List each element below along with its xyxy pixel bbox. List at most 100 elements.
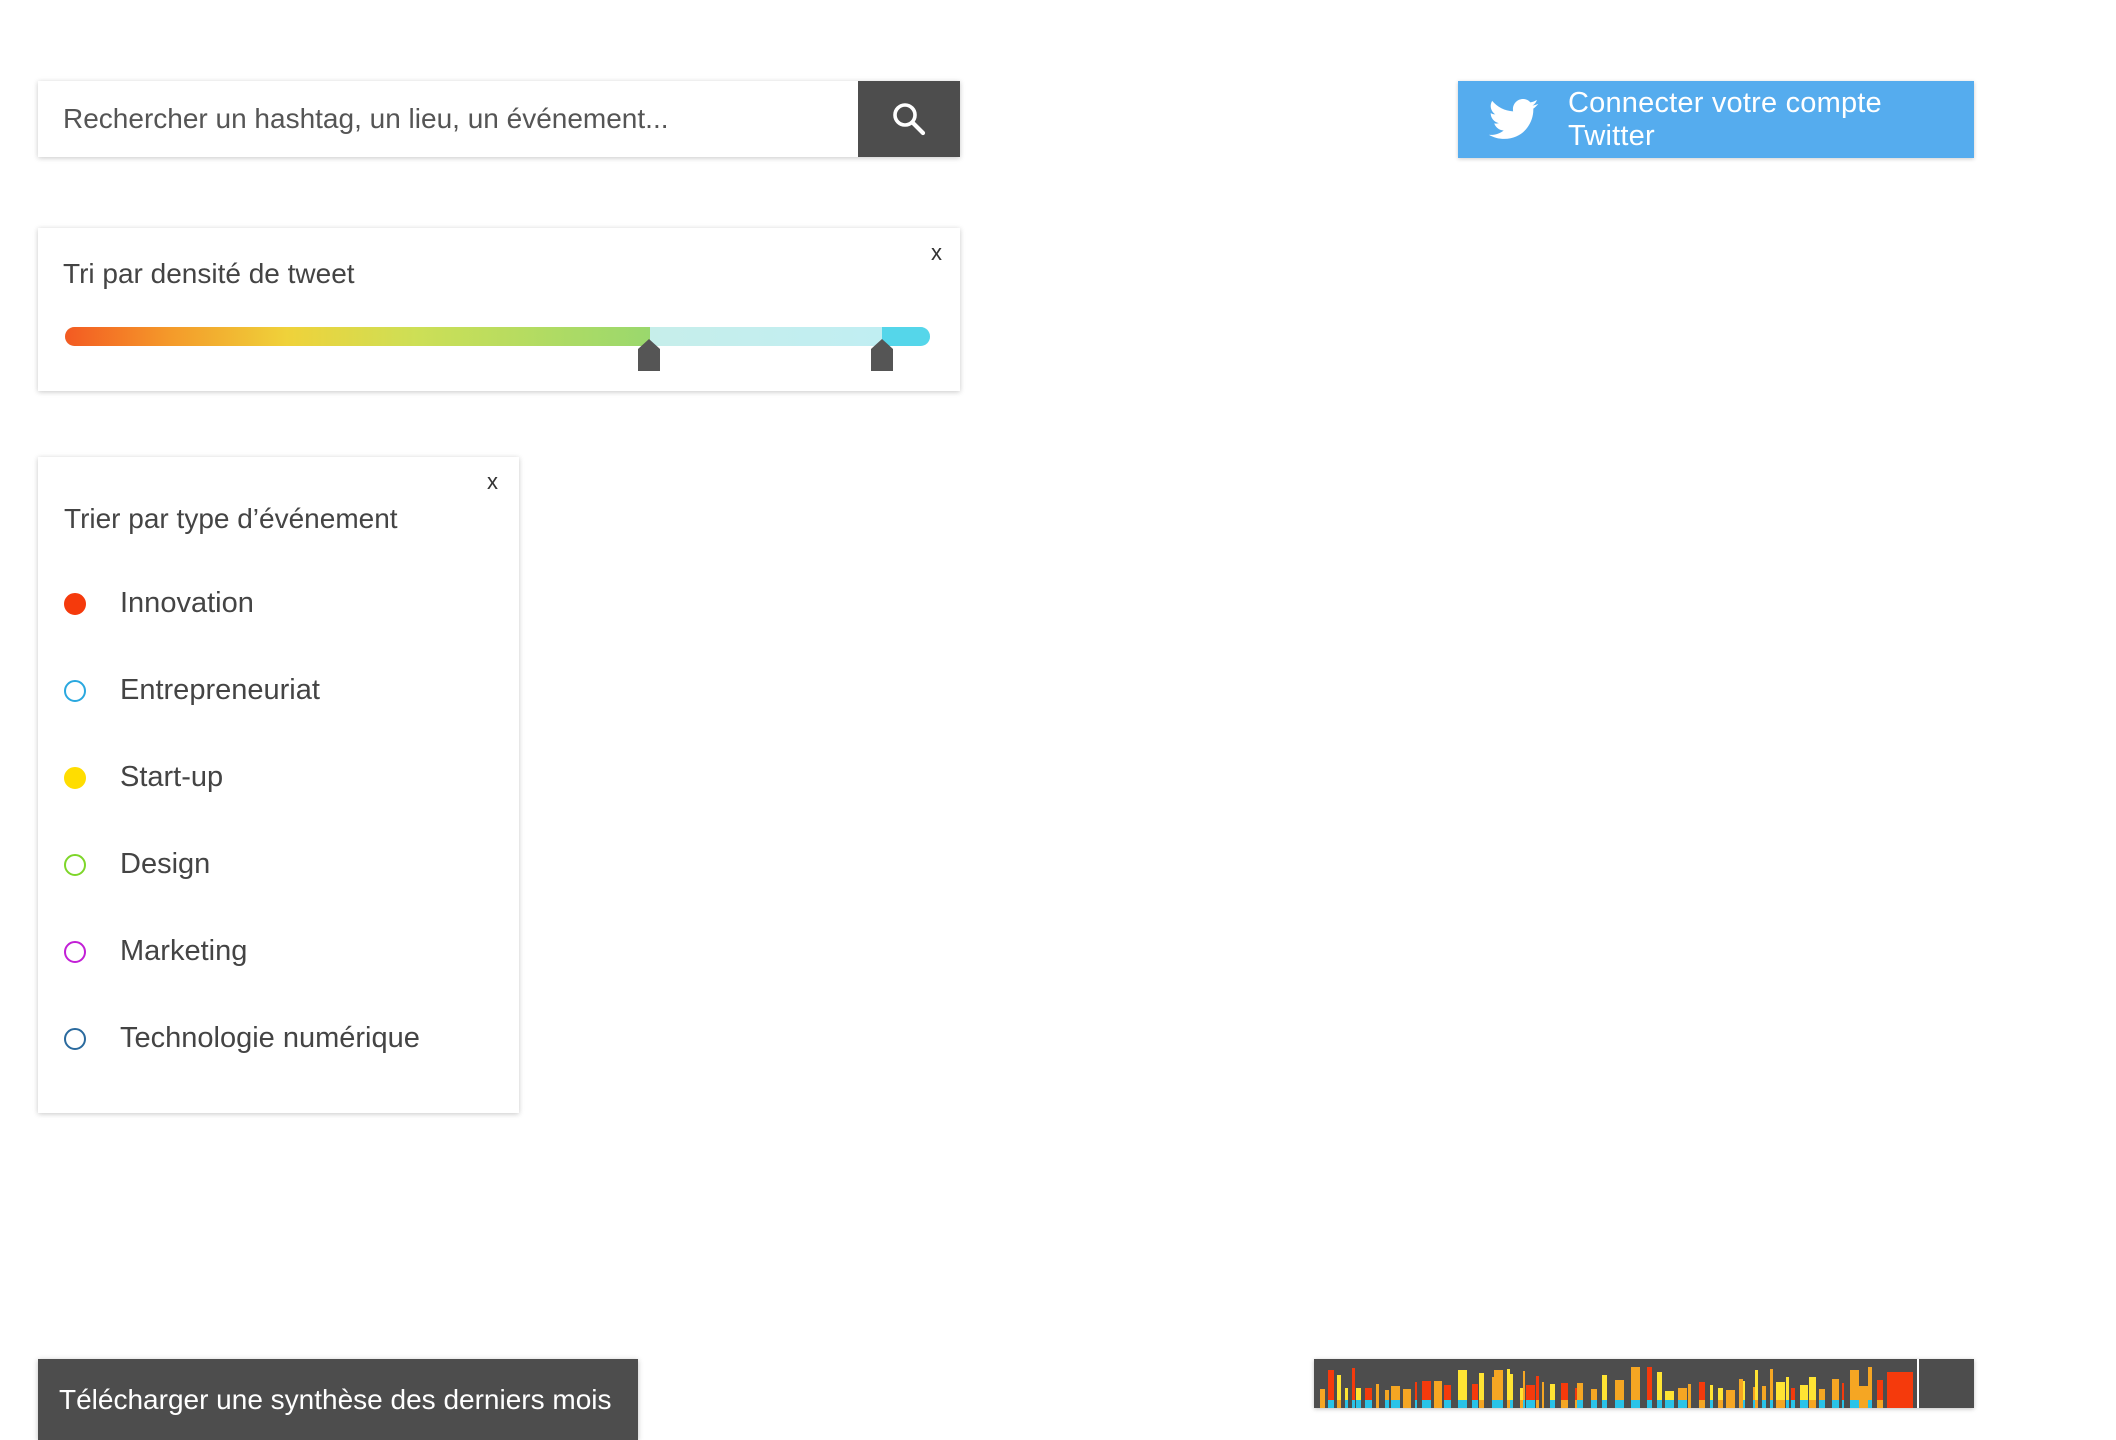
timeline-base-bar <box>1688 1400 1691 1408</box>
timeline-base-bar <box>1352 1400 1355 1408</box>
timeline-base-bar <box>1791 1400 1795 1408</box>
timeline-bar <box>1602 1375 1607 1400</box>
timeline-base-bar <box>1550 1400 1555 1408</box>
timeline-bar <box>1743 1381 1745 1400</box>
timeline-bar <box>1365 1388 1372 1400</box>
timeline-base-bar <box>1743 1400 1745 1408</box>
timeline-bar <box>1345 1388 1348 1400</box>
event-type-option[interactable]: Entrepreneuriat <box>64 674 320 707</box>
timeline-bar <box>1850 1370 1859 1400</box>
search-bar <box>38 81 960 157</box>
timeline-bar <box>1415 1382 1417 1400</box>
timeline-base-bar <box>1710 1400 1713 1408</box>
twitter-connect-label: Connecter votre compte Twitter <box>1568 86 1882 152</box>
timeline-base-bar <box>1523 1400 1525 1408</box>
close-density-filter-button[interactable]: x <box>931 242 942 264</box>
timeline-bar <box>1710 1385 1713 1400</box>
timeline-bar <box>1520 1388 1523 1400</box>
timeline-base-bar <box>1403 1400 1411 1408</box>
event-type-option[interactable]: Design <box>64 848 210 881</box>
timeline-bar <box>1434 1381 1442 1400</box>
timeline-bar <box>1770 1369 1773 1400</box>
timeline-base-bar <box>1415 1400 1417 1408</box>
event-type-option[interactable]: Technologie numérique <box>64 1022 420 1055</box>
timeline-base-bar <box>1526 1400 1531 1408</box>
timeline-base-bar <box>1657 1400 1662 1408</box>
timeline-base-bar <box>1561 1400 1568 1408</box>
timeline-bar <box>1479 1373 1484 1400</box>
timeline-base-bar <box>1809 1400 1816 1408</box>
twitter-connect-button[interactable]: Connecter votre compte Twitter <box>1458 81 1974 158</box>
timeline-bar <box>1786 1377 1789 1400</box>
event-type-option[interactable]: Marketing <box>64 935 247 968</box>
timeline-base-bar <box>1726 1400 1735 1408</box>
timeline-bar <box>1328 1370 1334 1400</box>
timeline-base-bar <box>1647 1400 1652 1408</box>
density-range-low-handle[interactable] <box>638 339 660 371</box>
timeline-base-bar <box>1739 1400 1743 1408</box>
timeline-bars <box>1320 1359 1919 1408</box>
timeline-bar <box>1631 1367 1640 1400</box>
timeline-bar <box>1356 1388 1361 1400</box>
event-type-label: Design <box>120 848 211 880</box>
timeline-base-bar <box>1510 1400 1513 1408</box>
timeline-base-bar <box>1492 1400 1494 1408</box>
search-icon <box>893 103 926 136</box>
timeline-bar <box>1665 1391 1674 1400</box>
timeline-bar <box>1472 1384 1478 1400</box>
timeline-base-bar <box>1776 1400 1785 1408</box>
event-type-filter-panel: Trier par type d’événement x Innovation E… <box>38 457 519 1113</box>
timeline-bar <box>1494 1370 1503 1400</box>
timeline-base-bar <box>1602 1400 1607 1408</box>
timeline-base-bar <box>1800 1400 1808 1408</box>
timeline-base-bar <box>1591 1400 1597 1408</box>
timeline-bar <box>1718 1388 1723 1400</box>
timeline-base-bar <box>1575 1400 1577 1408</box>
timeline-base-bar <box>1832 1400 1839 1408</box>
timeline-bar <box>1391 1386 1400 1400</box>
timeline-base-bar <box>1850 1400 1859 1408</box>
timeline-base-bar <box>1699 1400 1705 1408</box>
checked-radio-icon <box>64 766 86 789</box>
timeline-bar <box>1352 1368 1355 1400</box>
timeline-bar <box>1809 1377 1816 1400</box>
timeline-base-bar <box>1786 1400 1789 1408</box>
search-input[interactable] <box>38 81 858 157</box>
timeline-bar <box>1753 1387 1755 1400</box>
event-type-label: Entrepreneuriat <box>120 674 320 706</box>
timeline-bar <box>1403 1389 1411 1400</box>
timeline-histogram[interactable] <box>1314 1359 1974 1408</box>
timeline-bar <box>1726 1390 1735 1400</box>
timeline-bar <box>1591 1389 1597 1400</box>
density-range-high-handle[interactable] <box>871 339 893 371</box>
timeline-base-bar <box>1755 1400 1758 1408</box>
timeline-base-bar <box>1422 1400 1431 1408</box>
timeline-bar <box>1577 1383 1583 1400</box>
download-summary-label: Télécharger une synthèse des derniers mo… <box>59 1383 612 1415</box>
density-range-track[interactable] <box>65 327 930 346</box>
timeline-bar <box>1510 1374 1513 1400</box>
timeline-base-bar <box>1536 1400 1539 1408</box>
event-type-option[interactable]: Start-up <box>64 761 223 794</box>
timeline-bar <box>1561 1383 1568 1400</box>
twitter-bird-icon <box>1488 98 1540 141</box>
event-type-option[interactable]: Innovation <box>64 587 254 620</box>
timeline-bar <box>1422 1381 1431 1400</box>
timeline-base-bar <box>1665 1400 1674 1408</box>
timeline-base-bar <box>1391 1400 1400 1408</box>
timeline-bar <box>1791 1388 1795 1400</box>
download-summary-button[interactable]: Télécharger une synthèse des derniers mo… <box>38 1359 638 1440</box>
timeline-base-bar <box>1434 1400 1442 1408</box>
timeline-bar <box>1842 1383 1844 1400</box>
timeline-base-bar <box>1753 1400 1755 1408</box>
close-event-type-filter-button[interactable]: x <box>487 471 498 493</box>
timeline-bar <box>1739 1379 1743 1400</box>
search-button[interactable] <box>858 81 960 157</box>
timeline-base-bar <box>1542 1400 1544 1408</box>
timeline-base-bar <box>1577 1400 1583 1408</box>
timeline-bar <box>1762 1386 1766 1400</box>
timeline-base-bar <box>1337 1400 1341 1408</box>
timeline-bar <box>1575 1388 1577 1400</box>
unchecked-radio-icon <box>64 940 86 963</box>
event-type-label: Marketing <box>120 935 248 967</box>
